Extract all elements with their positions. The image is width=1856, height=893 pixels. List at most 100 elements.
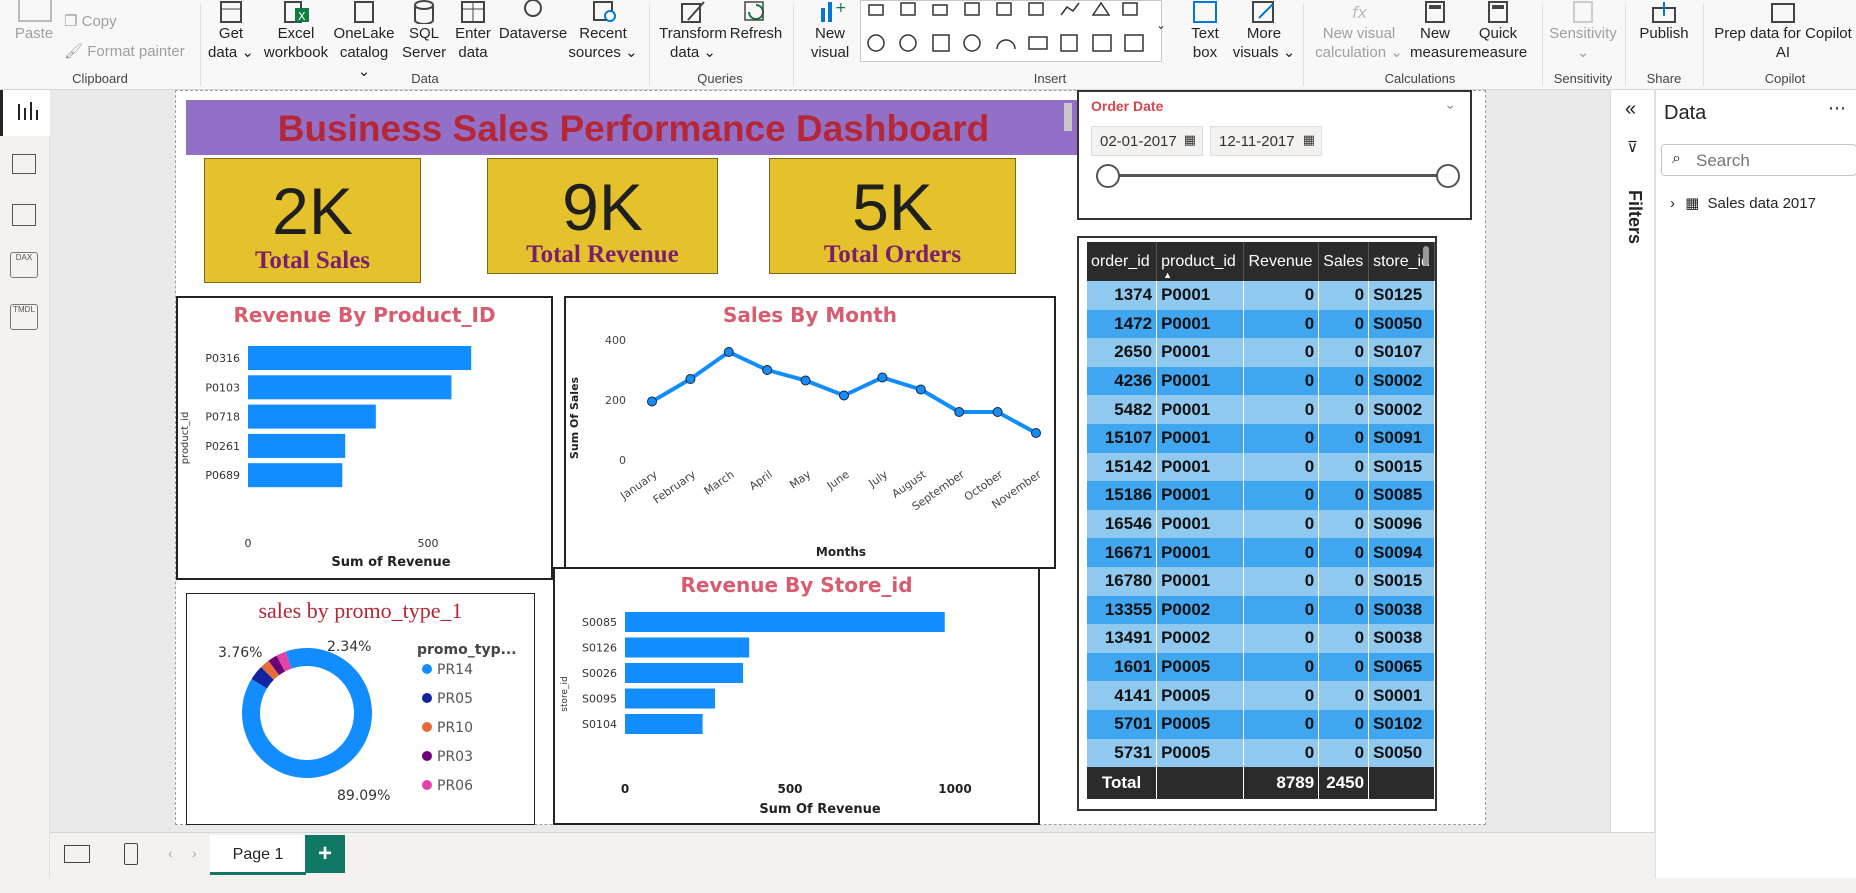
cell-revenue: 0: [1243, 395, 1320, 424]
cell-order-id: 16546: [1087, 509, 1158, 539]
total-orders-card[interactable]: 5K Total Orders: [769, 158, 1016, 274]
new-visual-calculation-button[interactable]: fx New visual calculation ⌄: [1312, 0, 1406, 62]
header-revenue[interactable]: Revenue: [1243, 242, 1320, 281]
table-row[interactable]: 5482 P0001 0 0 S0002: [1087, 395, 1435, 424]
quick-measure-button[interactable]: Quick measure: [1466, 0, 1530, 62]
text-box-button[interactable]: Text box: [1180, 0, 1230, 62]
filters-pane[interactable]: « ⊽ Filters: [1610, 90, 1655, 833]
dax-query-view-icon[interactable]: DAX: [10, 252, 38, 278]
page-tab-page-1[interactable]: Page 1: [210, 835, 306, 875]
sql-label-2: Server: [402, 44, 447, 61]
prep-data-icon: [1771, 3, 1795, 23]
cell-sales: 0: [1318, 652, 1370, 682]
text-box-label-2: box: [1192, 44, 1218, 61]
sales-by-month-chart[interactable]: Sales By Month Sum Of Sales Months 400 2…: [564, 296, 1056, 569]
next-page-icon[interactable]: ›: [192, 845, 197, 861]
cell-store-id: S0002: [1368, 395, 1435, 424]
table-row[interactable]: 16780 P0001 0 0 S0015: [1087, 566, 1435, 596]
sensitivity-button[interactable]: Sensitivity ⌄: [1548, 0, 1618, 62]
new-visual-button[interactable]: + New visual: [805, 0, 855, 62]
recent-sources-button[interactable]: Recent sources ⌄: [568, 0, 638, 62]
model-view-icon[interactable]: [12, 204, 36, 226]
chevron-down-icon: ⌄: [1576, 44, 1590, 61]
paste-button[interactable]: Paste: [12, 24, 56, 43]
quick-measure-label: Quick: [1478, 25, 1518, 42]
header-sales[interactable]: Sales: [1318, 242, 1370, 281]
excel-workbook-button[interactable]: X Excel workbook: [261, 0, 331, 62]
dataverse-button[interactable]: Dataverse: [498, 0, 568, 43]
refresh-button[interactable]: Refresh: [728, 0, 784, 43]
search-icon: ⌕: [1672, 150, 1681, 167]
data-search-box[interactable]: ⌕: [1661, 144, 1856, 176]
table-row[interactable]: 13491 P0002 0 0 S0038: [1087, 624, 1435, 653]
total-sales-card[interactable]: 2K Total Sales: [204, 158, 421, 283]
mobile-layout-icon[interactable]: [124, 843, 138, 865]
cell-order-id: 1374: [1087, 281, 1158, 310]
more-options-icon[interactable]: ⋯: [1828, 98, 1846, 119]
table-row[interactable]: 4141 P0005 0 0 S0001: [1087, 681, 1435, 710]
table-row[interactable]: 16546 P0001 0 0 S0096: [1087, 509, 1435, 539]
table-row[interactable]: 1374 P0001 0 0 S0125: [1087, 281, 1435, 310]
table-row[interactable]: 16671 P0001 0 0 S0094: [1087, 538, 1435, 567]
table-row[interactable]: 15186 P0001 0 0 S0085: [1087, 481, 1435, 510]
table-row[interactable]: 15107 P0001 0 0 S0091: [1087, 423, 1435, 453]
table-row[interactable]: 2650 P0001 0 0 S0107: [1087, 338, 1435, 367]
get-data-button[interactable]: Get data ⌄: [207, 0, 255, 62]
prep-data-for-copilot-button[interactable]: Prep data for Copilot AI: [1710, 0, 1856, 62]
onelake-label-2: catalog ⌄: [332, 43, 396, 81]
sales-point: [992, 407, 1003, 417]
table-name: Sales data 2017: [1707, 195, 1816, 212]
table-scrollbar[interactable]: [1423, 246, 1429, 266]
title-scrollbar[interactable]: [1064, 103, 1072, 131]
onelake-label-2-text: catalog: [339, 44, 389, 61]
total-revenue-card[interactable]: 9K Total Revenue: [487, 158, 718, 274]
format-painter-button[interactable]: 🖌 Format painter: [64, 42, 185, 61]
revenue-by-product-chart[interactable]: Revenue By Product_ID product_id Sum of …: [176, 296, 553, 580]
cell-sales: 0: [1318, 309, 1370, 339]
promo-donut-chart[interactable]: sales by promo_type_1 promo_typ... 3.76%…: [186, 593, 535, 825]
table-row[interactable]: 1601 P0005 0 0 S0065: [1087, 652, 1435, 682]
cell-order-id: 5701: [1087, 709, 1158, 739]
prev-page-icon[interactable]: ‹: [168, 845, 173, 861]
search-input[interactable]: [1696, 151, 1846, 171]
report-view-icon[interactable]: [0, 90, 50, 136]
cell-product-id: P0001: [1156, 481, 1245, 510]
new-measure-button[interactable]: New measure: [1410, 0, 1468, 62]
order-date-slicer[interactable]: Order Date ⌄ 02-01-2017 ▦ 12-11-2017 ▦: [1077, 90, 1472, 220]
table-row[interactable]: 13355 P0002 0 0 S0038: [1087, 595, 1435, 625]
gallery-scroll-down-icon[interactable]: ⌄: [1156, 18, 1166, 32]
slicer-end-date[interactable]: 12-11-2017 ▦: [1210, 126, 1322, 156]
slicer-track[interactable]: [1107, 174, 1447, 177]
table-row[interactable]: 5701 P0005 0 0 S0102: [1087, 709, 1435, 739]
table-view-icon[interactable]: [12, 154, 36, 174]
tmdl-view-icon[interactable]: TMDL: [10, 304, 38, 330]
slicer-chevron-icon[interactable]: ⌄: [1444, 96, 1456, 113]
revenue-by-store-chart[interactable]: Revenue By Store_id store_id Sum Of Reve…: [553, 567, 1040, 825]
add-page-button[interactable]: +: [305, 835, 345, 873]
publish-button[interactable]: Publish: [1634, 0, 1694, 43]
table-row[interactable]: 4236 P0001 0 0 S0002: [1087, 366, 1435, 396]
orders-table[interactable]: order_id product_id ▲ Revenue Sales store…: [1077, 236, 1437, 811]
more-visuals-button[interactable]: More visuals ⌄: [1232, 0, 1296, 62]
slicer-end-handle[interactable]: [1436, 164, 1460, 188]
cell-revenue: 0: [1243, 538, 1320, 567]
table-row[interactable]: 5731 P0005 0 0 S0050: [1087, 738, 1435, 768]
table-row[interactable]: 15142 P0001 0 0 S0015: [1087, 452, 1435, 482]
table-row[interactable]: 1472 P0001 0 0 S0050: [1087, 309, 1435, 339]
cell-revenue: 0: [1243, 624, 1320, 653]
enter-data-button[interactable]: Enter data: [450, 0, 496, 62]
table-tree-item[interactable]: › ▦ Sales data 2017: [1670, 194, 1816, 212]
desktop-layout-icon[interactable]: [64, 845, 90, 863]
onelake-catalog-button[interactable]: OneLake catalog ⌄: [332, 0, 396, 81]
header-order-id[interactable]: order_id: [1087, 242, 1158, 281]
visual-gallery[interactable]: [860, 0, 1162, 62]
month-y-tick-400: 400: [605, 334, 626, 347]
transform-data-button[interactable]: Transform data ⌄: [658, 0, 728, 62]
header-product-id[interactable]: product_id ▲: [1156, 242, 1245, 281]
collapse-icon[interactable]: «: [1625, 98, 1636, 121]
sensitivity-icon: [1573, 1, 1593, 23]
slicer-start-handle[interactable]: [1096, 164, 1120, 188]
copy-button[interactable]: ❐ Copy: [64, 12, 117, 31]
slicer-start-date[interactable]: 02-01-2017 ▦: [1091, 126, 1203, 156]
sql-server-button[interactable]: SQL Server: [402, 0, 446, 62]
